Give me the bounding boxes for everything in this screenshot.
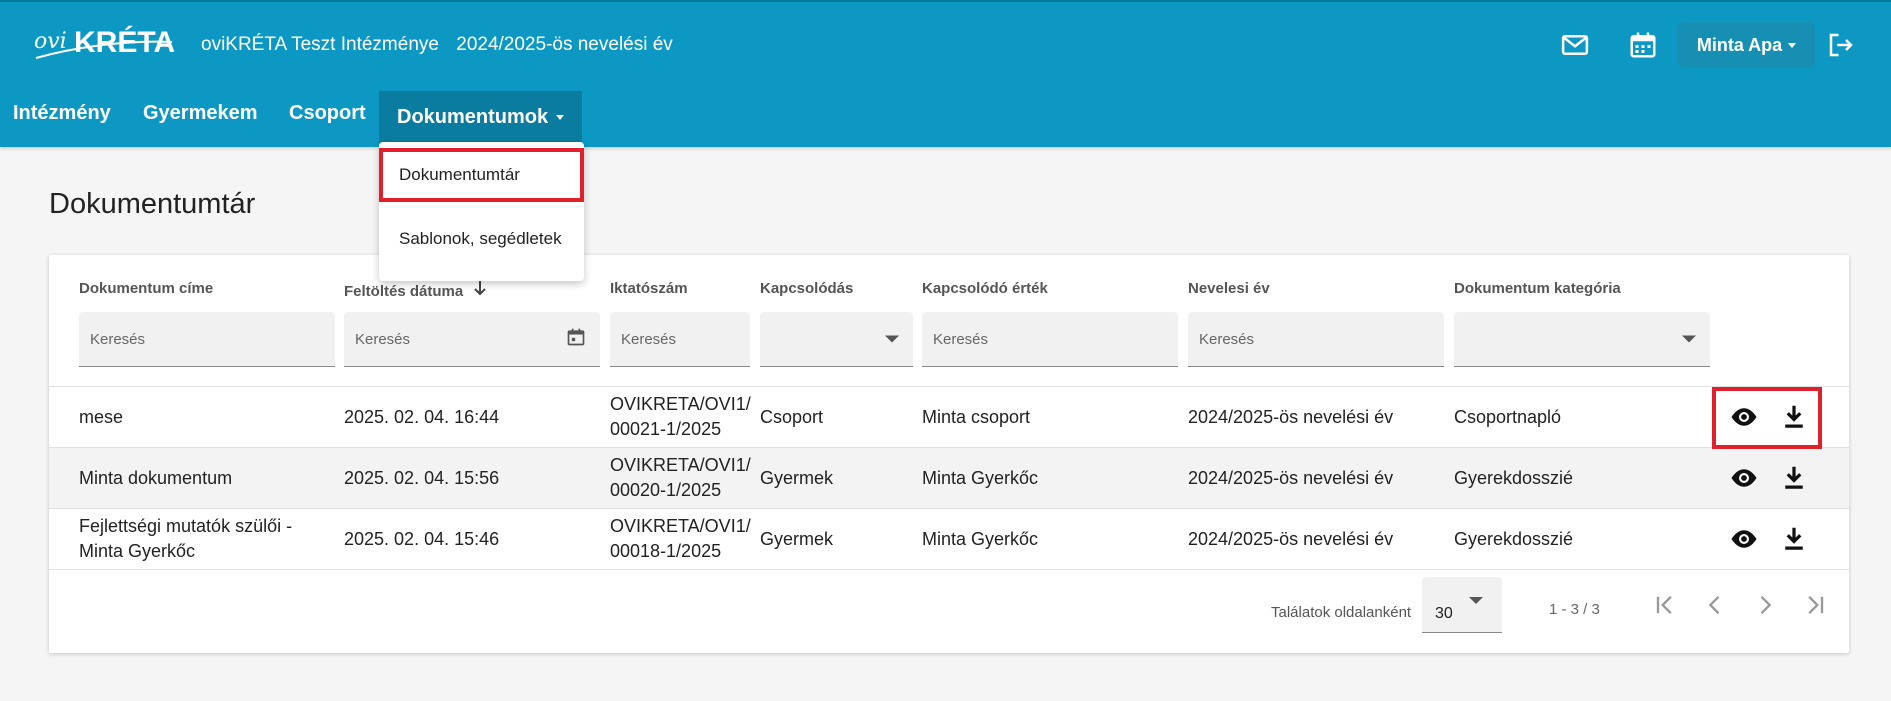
- cell-link: Gyermek: [760, 467, 834, 488]
- action-highlight-box: [1712, 387, 1822, 449]
- column-header-number[interactable]: Iktatószám: [610, 280, 688, 297]
- dropdown-arrow-icon: [1682, 335, 1696, 343]
- user-menu-button[interactable]: Minta Apa: [1678, 22, 1815, 68]
- cell-link: Gyermek: [760, 528, 834, 549]
- column-header-upload-date[interactable]: Feltöltés dátuma: [344, 280, 487, 300]
- ovikreta-logo[interactable]: ovi KRÉTA: [32, 18, 182, 70]
- chevron-down-icon: [556, 114, 565, 120]
- filter-number-input[interactable]: Keresés: [610, 312, 750, 367]
- cell-number-line1: OVIKRETA/OVI1/: [610, 394, 751, 414]
- nav-item-dokumentumok[interactable]: Dokumentumok: [379, 91, 583, 143]
- per-page-select[interactable]: 30: [1422, 577, 1502, 633]
- cell-category: Gyerekdosszié: [1454, 467, 1574, 488]
- cell-number-line2: 00018-1/2025: [610, 541, 722, 561]
- cell-number: OVIKRETA/OVI1/ 00020-1/2025: [610, 448, 751, 508]
- first-page-icon[interactable]: [1649, 589, 1681, 621]
- filter-placeholder: Keresés: [1199, 330, 1255, 348]
- mail-icon[interactable]: [1560, 30, 1590, 60]
- cell-title: mese: [79, 406, 124, 427]
- nav-item-intezmeny[interactable]: Intézmény: [13, 86, 111, 140]
- column-header-link[interactable]: Kapcsolódás: [760, 280, 853, 297]
- nav-item-csoport[interactable]: Csoport: [289, 86, 366, 140]
- column-header-title[interactable]: Dokumentum címe: [79, 280, 213, 297]
- per-page-value: 30: [1435, 605, 1453, 622]
- pagination-range: 1 - 3 / 3: [1549, 601, 1600, 618]
- cell-category: Csoportnapló: [1454, 406, 1562, 427]
- nav-item-label: Dokumentumok: [397, 105, 549, 128]
- cell-number-line2: 00021-1/2025: [610, 419, 722, 439]
- cell-date: 2025. 02. 04. 16:44: [344, 406, 500, 427]
- column-header-category[interactable]: Dokumentum kategória: [1454, 280, 1621, 297]
- column-header-year[interactable]: Nevelesi év: [1188, 280, 1270, 297]
- view-eye-icon[interactable]: [1728, 462, 1760, 494]
- table-row: mese 2025. 02. 04. 16:44 OVIKRETA/OVI1/ …: [49, 387, 1849, 447]
- view-eye-icon[interactable]: [1728, 523, 1760, 555]
- app-header: ovi KRÉTA oviKRÉTA Teszt Intézménye 2024…: [0, 0, 1891, 86]
- main-nav: Intézmény Gyermekem Csoport Dokumentumok: [0, 86, 1891, 147]
- cell-number-line2: 00020-1/2025: [610, 480, 722, 500]
- dropdown-arrow-icon: [885, 335, 899, 343]
- sort-arrow-down-icon[interactable]: [473, 280, 487, 300]
- cell-title-line1: Fejlettségi mutatók szülői -: [79, 516, 293, 536]
- cell-year: 2024/2025-ös nevelési év: [1188, 406, 1394, 427]
- filter-placeholder: Keresés: [355, 330, 411, 348]
- cell-title-line2: Minta Gyerkőc: [79, 541, 196, 561]
- cell-title: Fejlettségi mutatók szülői - Minta Gyerk…: [79, 509, 292, 569]
- menu-item-sablonok[interactable]: Sablonok, segédletek: [379, 212, 584, 266]
- filter-placeholder: Keresés: [621, 330, 677, 348]
- last-page-icon[interactable]: [1799, 589, 1831, 621]
- filter-title-input[interactable]: Keresés: [79, 312, 335, 367]
- cell-link-value: Minta Gyerkőc: [922, 467, 1039, 488]
- nav-item-gyermekem[interactable]: Gyermekem: [143, 86, 258, 140]
- cell-number-line1: OVIKRETA/OVI1/: [610, 516, 751, 536]
- cell-number: OVIKRETA/OVI1/ 00021-1/2025: [610, 387, 751, 447]
- cell-category: Gyerekdosszié: [1454, 528, 1574, 549]
- filter-placeholder: Keresés: [90, 330, 146, 348]
- user-name: Minta Apa: [1696, 34, 1783, 55]
- table-row: Fejlettségi mutatók szülői - Minta Gyerk…: [49, 509, 1849, 569]
- dropdown-arrow-icon: [1469, 597, 1483, 604]
- cell-date: 2025. 02. 04. 15:46: [344, 528, 500, 549]
- cell-number-line1: OVIKRETA/OVI1/: [610, 455, 751, 475]
- svg-text:ovi: ovi: [34, 29, 67, 54]
- column-header-label: Feltöltés dátuma: [344, 283, 464, 300]
- cell-link-value: Minta csoport: [922, 406, 1031, 427]
- filter-year-input[interactable]: Keresés: [1188, 312, 1444, 367]
- next-page-icon[interactable]: [1749, 589, 1781, 621]
- documents-table: Dokumentum címe Feltöltés dátuma Iktatós…: [49, 255, 1849, 653]
- logout-icon[interactable]: [1826, 30, 1856, 60]
- calendar-icon[interactable]: [566, 327, 586, 351]
- divider: [49, 569, 1849, 570]
- dokumentumok-dropdown-menu: Dokumentumtár Sablonok, segédletek: [379, 142, 584, 281]
- per-page-label: Találatok oldalanként: [1271, 604, 1412, 621]
- filter-link-value-input[interactable]: Keresés: [922, 312, 1178, 367]
- school-name: oviKRÉTA Teszt Intézménye: [201, 34, 439, 55]
- school-info: oviKRÉTA Teszt Intézménye 2024/2025-ös n…: [201, 34, 685, 56]
- download-icon[interactable]: [1778, 523, 1810, 555]
- cell-year: 2024/2025-ös nevelési év: [1188, 467, 1394, 488]
- download-icon[interactable]: [1778, 462, 1810, 494]
- previous-page-icon[interactable]: [1699, 589, 1731, 621]
- cell-title: Minta dokumentum: [79, 467, 233, 488]
- column-header-link-value[interactable]: Kapcsolódó érték: [922, 280, 1048, 297]
- svg-text:KRÉTA: KRÉTA: [74, 25, 175, 59]
- filter-date-input[interactable]: Keresés: [344, 312, 600, 367]
- page-title: Dokumentumtár: [49, 188, 256, 220]
- filter-category-select[interactable]: [1454, 312, 1710, 367]
- filter-link-select[interactable]: [760, 312, 913, 367]
- chevron-down-icon: [1788, 42, 1797, 48]
- calendar-icon[interactable]: [1628, 30, 1658, 60]
- filter-placeholder: Keresés: [933, 330, 989, 348]
- cell-date: 2025. 02. 04. 15:56: [344, 467, 500, 488]
- cell-link-value: Minta Gyerkőc: [922, 528, 1039, 549]
- cell-year: 2024/2025-ös nevelési év: [1188, 528, 1394, 549]
- school-year: 2024/2025-ös nevelési év: [456, 34, 673, 55]
- cell-link: Csoport: [760, 406, 824, 427]
- table-row: Minta dokumentum 2025. 02. 04. 15:56 OVI…: [49, 448, 1849, 508]
- menu-item-dokumentumtar[interactable]: Dokumentumtár: [379, 148, 584, 202]
- cell-number: OVIKRETA/OVI1/ 00018-1/2025: [610, 509, 751, 569]
